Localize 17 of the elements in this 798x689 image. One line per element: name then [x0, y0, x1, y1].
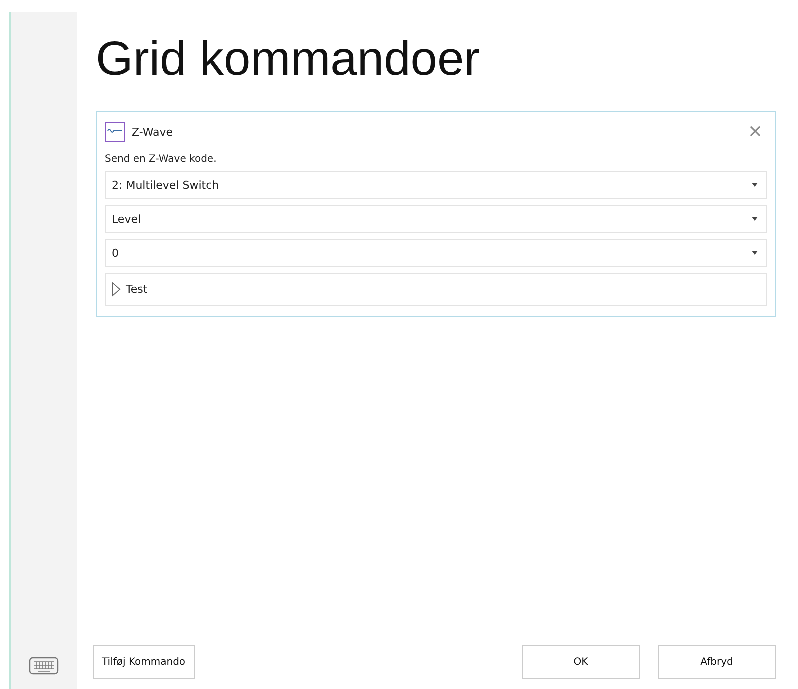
cancel-button[interactable]: Afbryd: [658, 645, 776, 679]
caret-icon: [752, 183, 758, 187]
caret-icon: [752, 217, 758, 221]
keyboard-icon[interactable]: [29, 657, 59, 675]
card-title: Z-Wave: [132, 126, 174, 138]
close-button[interactable]: ×: [744, 123, 767, 141]
play-icon: [112, 282, 121, 297]
caret-icon: [752, 251, 758, 255]
dropdown[interactable]: Level: [105, 205, 767, 233]
add-command-button[interactable]: Tilføj Kommando: [93, 645, 195, 679]
test-button[interactable]: Test: [105, 273, 767, 306]
card-description: Send en Z-Wave kode.: [105, 154, 218, 165]
page-title: Grid kommandoer: [96, 32, 482, 87]
wave-icon: [105, 122, 125, 142]
dropdown[interactable]: 2: Multilevel Switch: [105, 171, 767, 199]
ok-button[interactable]: OK: [522, 645, 640, 679]
dropdown[interactable]: 0: [105, 239, 767, 267]
